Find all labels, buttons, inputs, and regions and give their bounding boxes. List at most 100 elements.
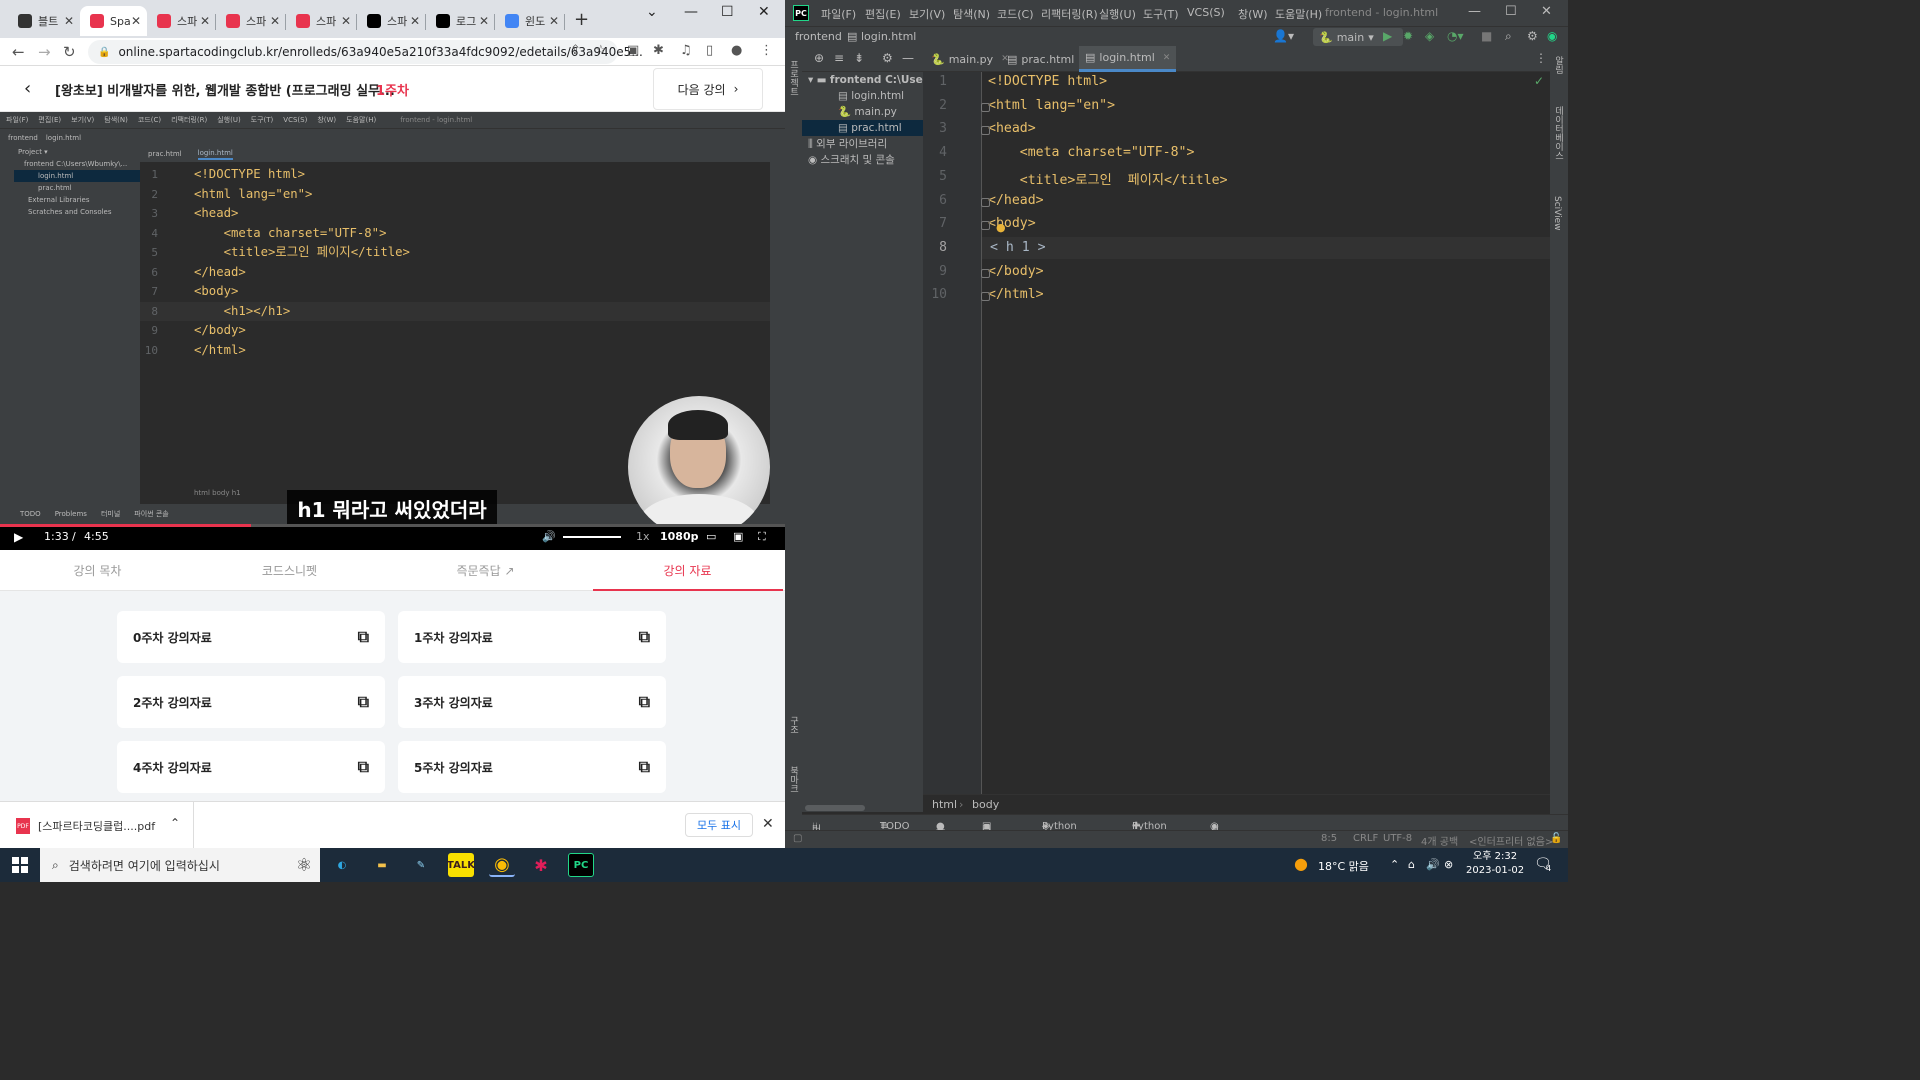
tab-search-icon[interactable]: ⌄ — [646, 4, 658, 20]
lock-icon[interactable]: 🔓 — [1550, 833, 1562, 844]
next-lecture-button[interactable]: 다음 강의 › — [653, 68, 763, 110]
back-icon[interactable]: ← — [12, 43, 25, 61]
code-line[interactable]: <!DOCTYPE html> — [988, 74, 1107, 89]
jetbrains-icon[interactable]: ◉ — [1547, 29, 1557, 43]
close-tab-icon[interactable]: ✕ — [64, 14, 74, 28]
notifications-tool-label[interactable]: 알림 — [1552, 56, 1565, 74]
minimize-button[interactable]: — — [1468, 4, 1481, 19]
code-line[interactable]: </body> — [988, 264, 1044, 279]
chrome-icon[interactable]: ◉ — [489, 853, 515, 877]
fullscreen-icon[interactable]: ⛶ — [758, 530, 766, 544]
close-tab-icon[interactable]: ✕ — [341, 14, 351, 28]
file-explorer-icon[interactable]: ▬ — [369, 853, 395, 877]
close-tab-icon[interactable]: ✕ — [200, 14, 210, 28]
code-line[interactable]: < h 1 > — [990, 240, 1046, 255]
windows-start-icon[interactable] — [12, 857, 28, 873]
structure-tool-label[interactable]: 구조 — [787, 716, 800, 734]
collapse-all-icon[interactable]: ⇟ — [854, 51, 864, 65]
download-item[interactable]: PDF [스파르타코딩클럽....pdf — [16, 818, 155, 834]
code-line[interactable]: </html> — [988, 287, 1044, 302]
forward-icon[interactable]: → — [38, 43, 51, 61]
video-player[interactable]: 파일(F) 편집(E) 보기(V) 탐색(N) 코드(C) 리팩터링(R) 실행(U) 도구(… — [0, 112, 785, 550]
gear-icon[interactable]: ⚙ — [1527, 29, 1538, 43]
nav-file[interactable]: login.html — [861, 30, 916, 43]
play-icon[interactable]: ▶ — [14, 530, 23, 544]
code-line[interactable]: </head> — [988, 193, 1044, 208]
caret-position[interactable]: 8:5 — [1321, 833, 1337, 844]
code-line[interactable]: <meta charset="UTF-8"> — [988, 145, 1195, 160]
line-separator[interactable]: CRLF — [1353, 833, 1378, 844]
database-tool-label[interactable]: 데이터베이스 — [1552, 106, 1565, 160]
video-progress-bar[interactable] — [0, 524, 785, 527]
ide-menu-item[interactable]: VCS(S) — [1187, 6, 1225, 19]
fold-marker-icon[interactable] — [981, 268, 990, 278]
close-window-button[interactable]: ✕ — [1541, 4, 1552, 19]
ide-menu-item[interactable]: 실행(U) — [1099, 6, 1136, 22]
project-tree-item[interactable]: ▤ prac.html — [802, 120, 923, 136]
project-tree-item[interactable]: ⫼ 외부 라이브러리 — [802, 136, 923, 152]
project-scrollbar[interactable] — [805, 805, 865, 811]
network-icon[interactable]: ⌂ — [1408, 858, 1415, 871]
taskbar-clock[interactable]: 오후 2:32 2023-01-02 — [1466, 850, 1524, 878]
close-tab-icon[interactable]: ✕ — [479, 14, 489, 28]
browser-tab[interactable]: 스파 ✕ — [286, 6, 357, 36]
close-tab-icon[interactable]: ✕ — [549, 14, 559, 28]
edge-icon[interactable]: ◐ — [329, 853, 355, 877]
captions-icon[interactable]: ▭ — [706, 530, 716, 543]
interpreter-status[interactable]: <인터프리터 없음> — [1469, 833, 1553, 848]
run-icon[interactable]: ▶ — [1383, 29, 1392, 43]
tab-materials[interactable]: 강의 자료 — [590, 562, 785, 579]
project-tool-label[interactable]: 프로젝트 — [787, 60, 800, 96]
bookmarks-tool-label[interactable]: 북마크 — [787, 766, 800, 793]
code-line[interactable]: <head> — [988, 121, 1036, 136]
browser-tab[interactable]: 스파 ✕ — [357, 6, 426, 36]
search-icon[interactable]: ⌕ — [1505, 29, 1512, 44]
minimize-button[interactable]: — — [684, 4, 698, 20]
tab-code-snippets[interactable]: 코드스니펫 — [192, 562, 387, 579]
kakaotalk-icon[interactable]: TALK — [447, 853, 475, 877]
fold-marker-icon[interactable] — [981, 126, 990, 136]
stop-icon[interactable]: ■ — [1481, 29, 1492, 43]
speed-button[interactable]: 1x — [636, 530, 650, 543]
ide-menu-item[interactable]: 도구(T) — [1143, 6, 1179, 22]
maximize-button[interactable]: ☐ — [721, 4, 734, 20]
profile-avatar-icon[interactable]: ● — [731, 43, 742, 58]
tab-prac-html[interactable]: ▤prac.html✕ — [1007, 46, 1090, 72]
code-line[interactable]: <html lang="en"> — [988, 98, 1115, 113]
cast-icon[interactable]: ▣ — [627, 43, 639, 58]
material-week-3[interactable]: 3주차 강의자료 ⧉ — [398, 676, 666, 728]
project-tree-item[interactable]: ▾ ▬ frontend C:\Users — [802, 72, 923, 88]
chevron-up-icon[interactable]: ⌃ — [170, 816, 180, 830]
close-tab-icon[interactable]: ✕ — [131, 14, 141, 28]
code-line[interactable]: <title>로그인 페이지</title> — [988, 169, 1228, 188]
material-week-4[interactable]: 4주차 강의자료 ⧉ — [117, 741, 385, 793]
browser-tab[interactable]: 스파 ✕ — [147, 6, 216, 36]
side-panel-icon[interactable]: ▯ — [706, 43, 713, 58]
fold-marker-icon[interactable] — [981, 221, 990, 231]
breadcrumb-html[interactable]: html — [932, 798, 957, 811]
material-week-0[interactable]: 0주차 강의자료 ⧉ — [117, 611, 385, 663]
expand-all-icon[interactable]: ≡ — [834, 51, 844, 65]
share-icon[interactable]: ⇪ — [570, 43, 581, 58]
browser-tab[interactable]: 스파 ✕ — [216, 6, 286, 36]
ide-menu-item[interactable]: 도움말(H) — [1275, 6, 1322, 22]
pycharm-taskbar-icon[interactable]: PC — [568, 853, 594, 877]
project-tree-item[interactable]: ▤ login.html — [802, 88, 923, 104]
close-tab-icon[interactable]: ✕ — [410, 14, 420, 28]
file-encoding[interactable]: UTF-8 — [1383, 833, 1412, 844]
close-window-button[interactable]: ✕ — [758, 4, 770, 20]
address-bar[interactable]: 🔒 online.spartacodingclub.kr/enrolleds/6… — [88, 40, 643, 64]
ide-menu-item[interactable]: 탐색(N) — [953, 6, 990, 22]
quality-button[interactable]: 1080p — [660, 530, 699, 543]
ide-menu-item[interactable]: 창(W) — [1238, 6, 1268, 22]
mute-status-icon[interactable]: ⊗ — [1444, 858, 1453, 871]
ide-menu-item[interactable]: 코드(C) — [997, 6, 1034, 22]
ide-menu-item[interactable]: 리팩터링(R) — [1041, 6, 1098, 22]
new-tab-button[interactable]: + — [574, 9, 589, 30]
reload-icon[interactable]: ↻ — [63, 43, 76, 61]
locate-icon[interactable]: ⊕ — [814, 51, 824, 65]
weather-text[interactable]: 18°C 맑음 — [1318, 858, 1369, 874]
close-tab-icon[interactable]: ✕ — [270, 14, 280, 28]
notepad-icon[interactable]: ✎ — [408, 853, 434, 877]
fold-marker-icon[interactable] — [981, 292, 990, 302]
